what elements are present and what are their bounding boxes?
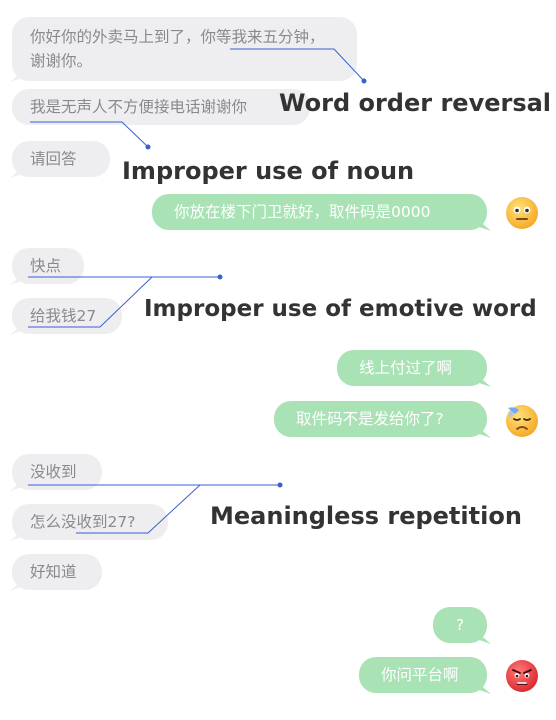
incoming-message: 你好你的外卖马上到了，你等我来五分钟，谢谢你。: [12, 17, 357, 81]
downcast-sweat-face-icon: [506, 405, 538, 437]
annotation-dot: [145, 144, 151, 150]
annotation-emotive: Improper use of emotive word: [144, 296, 537, 322]
incoming-message: 给我钱27: [12, 298, 122, 334]
neutral-face-icon: [506, 197, 538, 229]
incoming-message: 怎么没收到27?: [12, 504, 168, 540]
outgoing-message: 你放在楼下门卫就好，取件码是0000: [152, 194, 487, 230]
incoming-message: 请回答: [12, 141, 110, 177]
outgoing-message: 你问平台啊: [359, 657, 487, 693]
angry-face-icon: [506, 660, 538, 692]
annotation-dot: [217, 274, 223, 280]
annotation-dot: [361, 78, 367, 84]
annotation-dot: [277, 482, 283, 488]
incoming-message: 快点: [12, 248, 84, 284]
outgoing-message: 线上付过了啊: [337, 350, 487, 386]
outgoing-message: ?: [433, 607, 487, 643]
incoming-message: 我是无声人不方便接电话谢谢你: [12, 89, 310, 125]
annotation-word-order: Word order reversal: [279, 89, 552, 117]
incoming-message: 好知道: [12, 554, 102, 590]
incoming-message: 没收到: [12, 454, 102, 490]
annotation-repetition: Meaningless repetition: [210, 502, 522, 530]
annotation-noun: Improper use of noun: [122, 157, 415, 185]
outgoing-message: 取件码不是发给你了?: [274, 401, 487, 437]
